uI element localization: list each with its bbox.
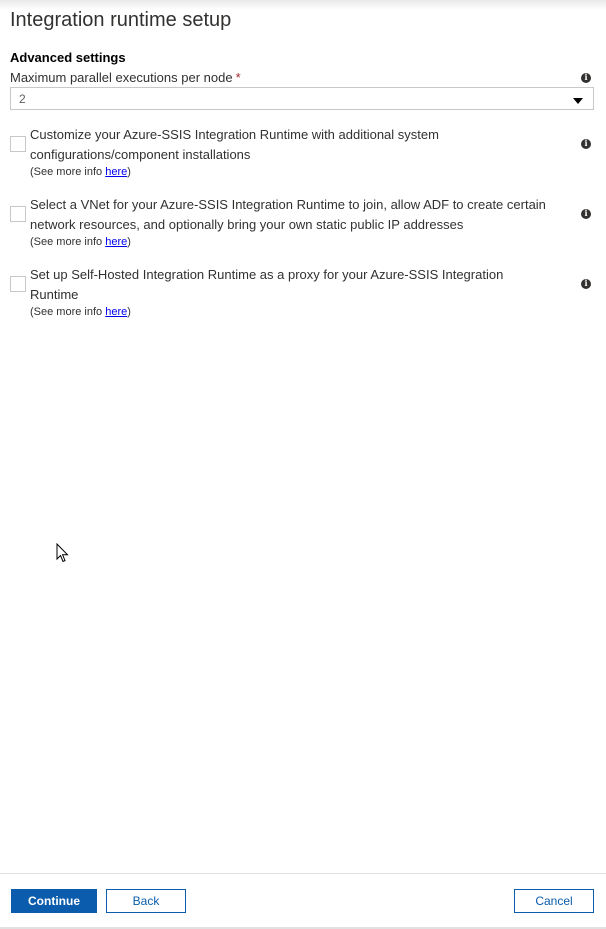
see-more-info: (See more info here) — [30, 306, 131, 318]
see-more-link[interactable]: here — [105, 166, 127, 178]
see-more-prefix: (See more info — [30, 236, 106, 248]
chevron-down-icon[interactable] — [573, 98, 583, 104]
max-parallel-label: Maximum parallel executions per node * — [10, 70, 241, 85]
mouse-cursor-icon — [56, 543, 69, 563]
required-mark: * — [235, 70, 241, 85]
continue-button[interactable]: Continue — [11, 889, 97, 913]
max-parallel-value: 2 — [19, 92, 26, 106]
proxy-checkbox[interactable] — [10, 276, 26, 292]
see-more-prefix: (See more info — [30, 166, 106, 178]
see-more-suffix: ) — [127, 236, 131, 248]
see-more-link[interactable]: here — [105, 236, 127, 248]
max-parallel-label-text: Maximum parallel executions per node — [10, 70, 233, 85]
see-more-suffix: ) — [127, 306, 131, 318]
see-more-link[interactable]: here — [105, 306, 127, 318]
cancel-button[interactable]: Cancel — [514, 889, 594, 913]
option-text: Customize your Azure-SSIS Integration Ru… — [30, 127, 439, 162]
footer-divider — [0, 873, 606, 874]
vnet-checkbox[interactable] — [10, 206, 26, 222]
see-more-info: (See more info here) — [30, 236, 131, 248]
max-parallel-select[interactable]: 2 — [10, 87, 594, 110]
page-title: Integration runtime setup — [10, 9, 232, 31]
option-text: Select a VNet for your Azure-SSIS Integr… — [30, 197, 546, 232]
see-more-suffix: ) — [127, 166, 131, 178]
info-icon[interactable] — [581, 278, 591, 289]
section-title: Advanced settings — [10, 50, 126, 65]
custom-setup-checkbox[interactable] — [10, 136, 26, 152]
see-more-info: (See more info here) — [30, 166, 131, 178]
info-icon[interactable] — [581, 138, 591, 149]
info-icon[interactable] — [581, 208, 591, 219]
see-more-prefix: (See more info — [30, 306, 106, 318]
back-button[interactable]: Back — [106, 889, 186, 913]
info-icon[interactable] — [581, 72, 591, 83]
option-text: Set up Self-Hosted Integration Runtime a… — [30, 267, 504, 302]
